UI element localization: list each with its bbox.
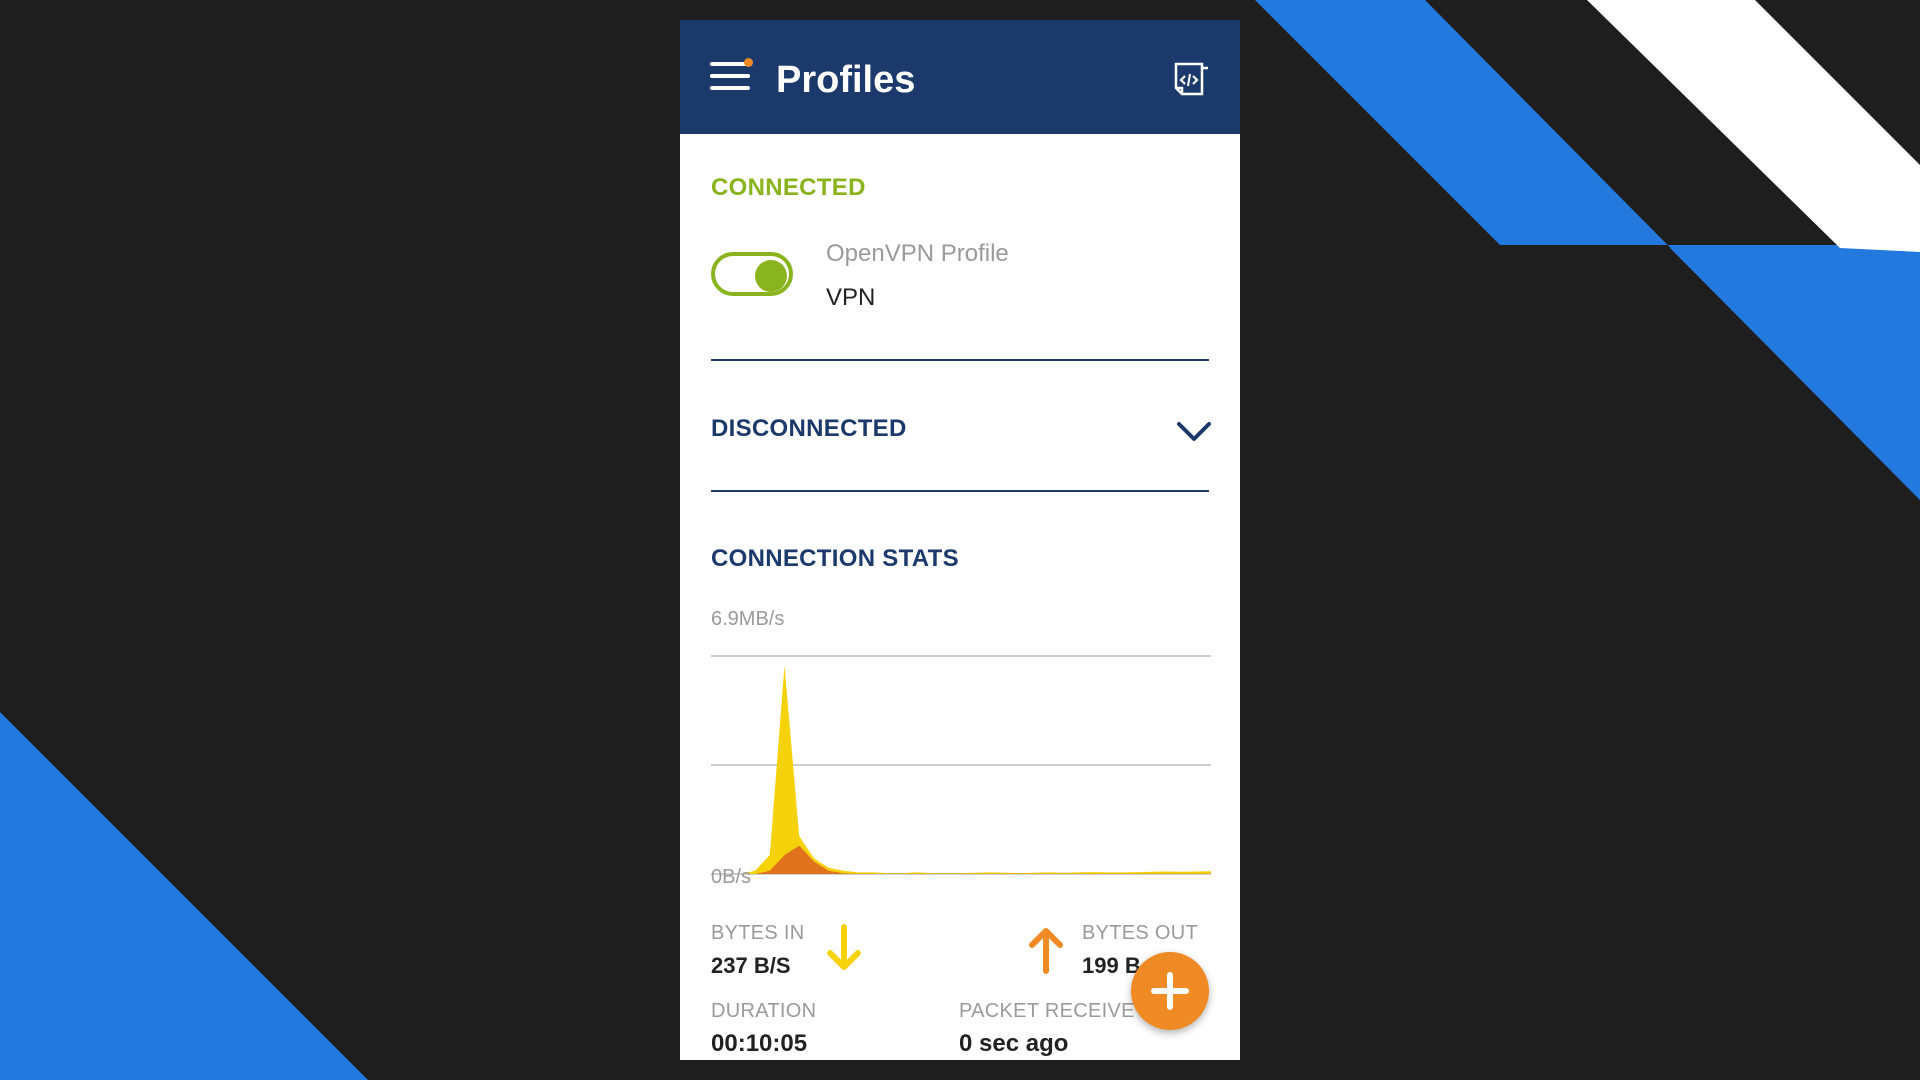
connected-section-label: CONNECTED: [711, 174, 866, 201]
traffic-chart: [711, 655, 1211, 875]
toggle-knob: [755, 260, 787, 292]
notification-dot-icon: [744, 58, 753, 67]
app-bar: Profiles: [680, 20, 1240, 134]
disconnected-section-label[interactable]: DISCONNECTED: [711, 415, 907, 443]
bytes-in-label: BYTES IN: [711, 922, 805, 944]
chevron-down-icon[interactable]: [1174, 418, 1214, 446]
import-profile-icon[interactable]: [1168, 58, 1212, 102]
duration-value: 00:10:05: [711, 1030, 808, 1057]
app-screen: Profiles CONNECTED OpenVPN Profile VPN D…: [680, 20, 1240, 1060]
chart-y-max-label: 6.9MB/s: [711, 608, 785, 630]
hamburger-icon[interactable]: [710, 58, 754, 94]
profile-subtitle: VPN: [826, 284, 876, 311]
duration-label: DURATION: [711, 1000, 817, 1022]
divider: [711, 490, 1209, 492]
profile-connection-toggle[interactable]: [711, 252, 793, 296]
page-title: Profiles: [776, 59, 916, 101]
arrow-down-icon: [824, 923, 864, 975]
chart-y-min-label: 0B/s: [711, 866, 752, 888]
add-profile-button[interactable]: [1131, 952, 1209, 1030]
packet-received-value: 0 sec ago: [959, 1030, 1069, 1057]
bytes-out-label: BYTES OUT: [1082, 922, 1199, 944]
bytes-out-value: 199 B: [1082, 953, 1141, 978]
bytes-in-value: 237 B/S: [711, 953, 791, 978]
divider: [711, 359, 1209, 361]
plus-icon: [1151, 972, 1189, 1010]
profile-name[interactable]: OpenVPN Profile: [826, 240, 1009, 268]
arrow-up-icon: [1026, 923, 1066, 975]
packet-received-label: PACKET RECEIVE: [959, 1000, 1135, 1022]
chart-series-area-1: [711, 665, 1211, 874]
connection-stats-title: CONNECTION STATS: [711, 545, 959, 572]
deco-blue-corner: [0, 712, 368, 1080]
